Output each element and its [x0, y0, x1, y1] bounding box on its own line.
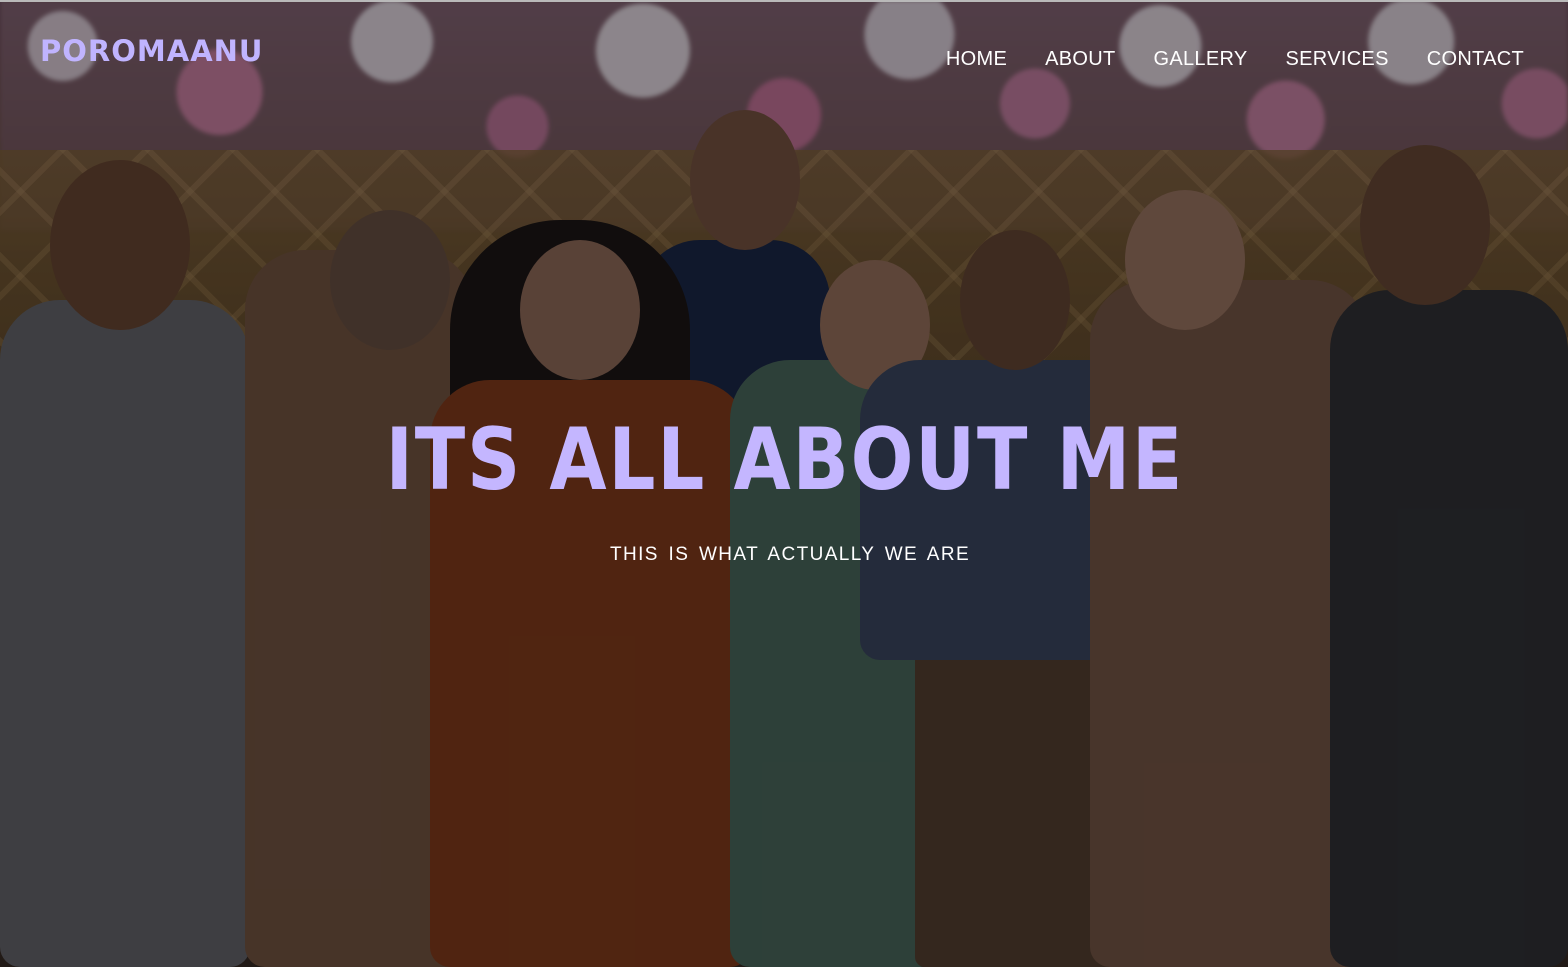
hero-subline: THIS IS WHAT ACTUALLY WE ARE	[609, 544, 971, 565]
nav-item-about[interactable]: ABOUT	[1045, 48, 1115, 71]
nav-item-gallery[interactable]: GALLERY	[1154, 48, 1248, 71]
nav-item-services[interactable]: SERVICES	[1286, 48, 1389, 71]
main-nav: HOME ABOUT GALLERY SERVICES CONTACT	[946, 48, 1524, 71]
top-border	[0, 0, 1568, 2]
hero-headline: ITS ALL ABOUT ME	[385, 410, 1185, 510]
brand-logo[interactable]: POROMAANU	[40, 34, 263, 68]
nav-item-contact[interactable]: CONTACT	[1427, 48, 1524, 71]
nav-item-home[interactable]: HOME	[946, 48, 1007, 71]
